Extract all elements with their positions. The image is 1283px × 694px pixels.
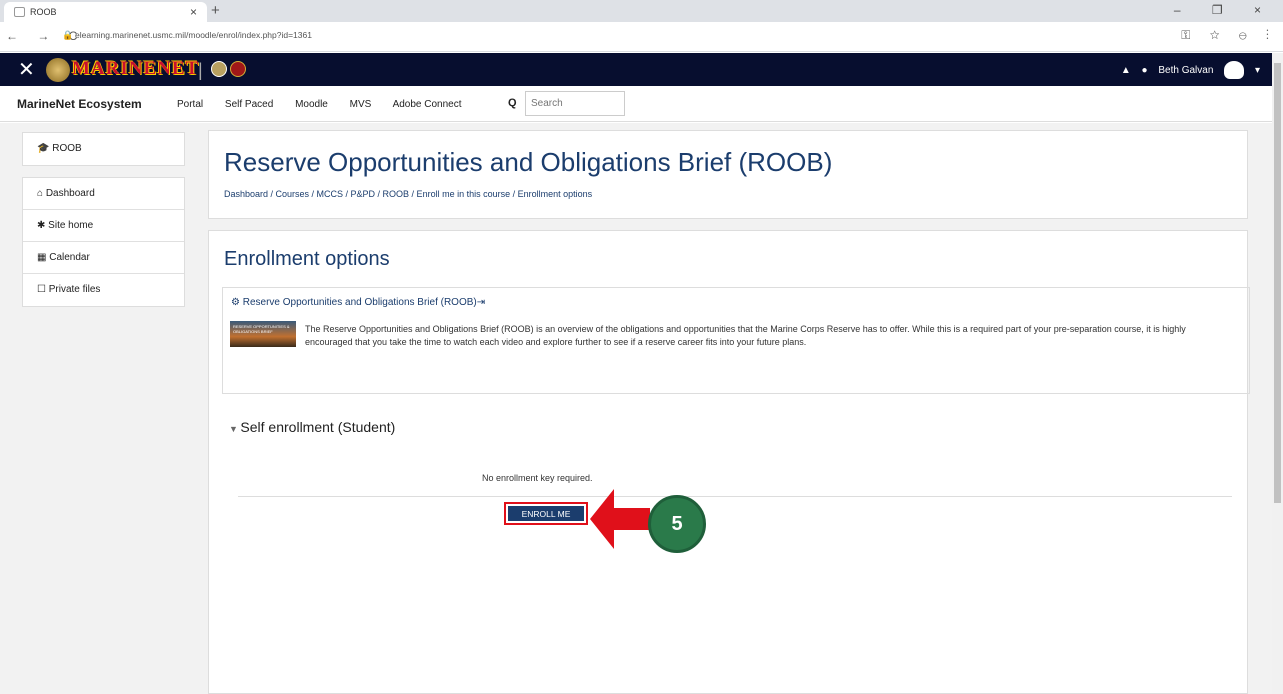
enroll-me-button[interactable]: ENROLL ME (508, 506, 584, 521)
sidebar-item-label: Dashboard (45, 188, 95, 199)
enter-icon: ⇥ (476, 297, 486, 308)
page-title: Reserve Opportunities and Obligations Br… (224, 147, 833, 177)
thumbnail-caption: RESERVE OPPORTUNITIES & OBLIGATIONS BRIE… (233, 324, 290, 334)
marinenet-logo[interactable]: MARINENET | (46, 58, 246, 82)
nav-link-adobe-connect[interactable]: Adobe Connect (393, 99, 462, 110)
seal-icon (211, 61, 227, 77)
course-thumbnail: RESERVE OPPORTUNITIES & OBLIGATIONS BRIE… (230, 321, 296, 347)
user-area: ▲ ● Beth Galvan ▾ (1113, 61, 1260, 79)
window-controls[interactable]: – ❐ × (1174, 3, 1275, 17)
course-link[interactable]: ⚙ Reserve Opportunities and Obligations … (231, 297, 485, 308)
ega-emblem-icon (46, 58, 70, 82)
enroll-highlight: ENROLL ME (504, 502, 588, 525)
home-icon: ✱ (37, 220, 46, 231)
calendar-icon: ▦ (37, 252, 47, 263)
sidebar-item-label: Calendar (49, 252, 90, 263)
tab-close-icon[interactable]: × (190, 5, 197, 19)
sidebar-item-label: Private files (48, 284, 101, 295)
marinenet-topbar: ✕ MARINENET | ▲ ● Beth Galvan ▾ (0, 53, 1272, 86)
chat-icon[interactable]: ● (1142, 65, 1148, 76)
divider (238, 496, 1232, 497)
self-enrollment-toggle[interactable]: ▼ Self enrollment (Student) (229, 419, 395, 435)
scrollbar[interactable] (1272, 53, 1283, 694)
browser-toolbar-icons[interactable]: ⚿ ☆ ⊖ ⋮ (1181, 28, 1277, 43)
logo-wordmark: MARINENET (72, 58, 200, 79)
enrollment-key-note: No enrollment key required. (482, 473, 593, 483)
enrollment-panel: Enrollment options ⚙ Reserve Opportuniti… (208, 230, 1250, 694)
nav-link-portal[interactable]: Portal (177, 99, 203, 110)
nav-buttons[interactable]: ← → C (6, 29, 85, 43)
course-title[interactable]: Reserve Opportunities and Obligations Br… (243, 297, 477, 308)
user-menu-caret-icon[interactable]: ▾ (1255, 65, 1260, 76)
sidebar-item-site-home[interactable]: ✱ Site home (23, 210, 184, 242)
avatar[interactable] (1224, 61, 1245, 79)
search-input[interactable] (525, 91, 625, 116)
chevron-down-icon: ▼ (229, 424, 241, 434)
favicon-icon (14, 7, 25, 17)
sidebar-item-dashboard[interactable]: ⌂ Dashboard (23, 178, 184, 210)
url-field[interactable]: elearning.marinenet.usmc.mil/moodle/enro… (75, 30, 312, 40)
browser-tab[interactable]: ROOB × (4, 2, 207, 22)
pointer-arrow-icon (590, 489, 650, 549)
section-heading: Enrollment options (224, 248, 390, 270)
graduation-cap-icon: 🎓 (37, 143, 53, 154)
sidebar-item-private-files[interactable]: ☐ Private files (23, 274, 184, 306)
browser-tab-strip: ROOB × + – ❐ × (0, 0, 1283, 22)
dashboard-icon: ⌂ (37, 188, 44, 199)
usmc-seal-icon (230, 61, 246, 77)
course-description: The Reserve Opportunities and Obligation… (305, 324, 1186, 347)
address-bar: ← → C 🔒 elearning.marinenet.usmc.mil/moo… (0, 22, 1283, 52)
sidebar-nav-block: ⌂ Dashboard ✱ Site home ▦ Calendar ☐ Pri… (22, 177, 185, 307)
step-badge: 5 (648, 495, 706, 553)
ecosystem-nav: MarineNet Ecosystem Portal Self Paced Mo… (0, 86, 1272, 122)
ecosystem-brand[interactable]: MarineNet Ecosystem (17, 97, 142, 111)
sidebar-item-calendar[interactable]: ▦ Calendar (23, 242, 184, 274)
sidebar-course-label: ROOB (52, 143, 82, 154)
ecosystem-links: Portal Self Paced Moodle MVS Adobe Conne… (177, 99, 481, 110)
sidebar-course-block[interactable]: 🎓 ROOB (22, 132, 185, 166)
self-enrollment-label: Self enrollment (Student) (240, 419, 396, 435)
tab-title: ROOB (30, 7, 57, 17)
new-tab-button[interactable]: + (211, 2, 220, 19)
user-name[interactable]: Beth Galvan (1158, 65, 1213, 76)
sidebar-item-label: Site home (48, 220, 94, 231)
course-box: ⚙ Reserve Opportunities and Obligations … (222, 287, 1250, 394)
lock-icon: 🔒 (62, 30, 74, 40)
course-icon: ⚙ (231, 297, 243, 308)
search-icon: Q (508, 97, 517, 109)
file-icon: ☐ (37, 284, 46, 295)
bell-icon[interactable]: ▲ (1121, 65, 1131, 76)
nav-link-mvs[interactable]: MVS (350, 99, 372, 110)
nav-link-moodle[interactable]: Moodle (295, 99, 328, 110)
logo-divider: | (198, 60, 203, 80)
page-header: Reserve Opportunities and Obligations Br… (208, 130, 1248, 219)
nav-link-self-paced[interactable]: Self Paced (225, 99, 273, 110)
close-drawer-icon[interactable]: ✕ (18, 57, 35, 82)
breadcrumb[interactable]: Dashboard / Courses / MCCS / P&PD / ROOB… (224, 189, 592, 199)
scrollbar-thumb[interactable] (1274, 63, 1281, 503)
